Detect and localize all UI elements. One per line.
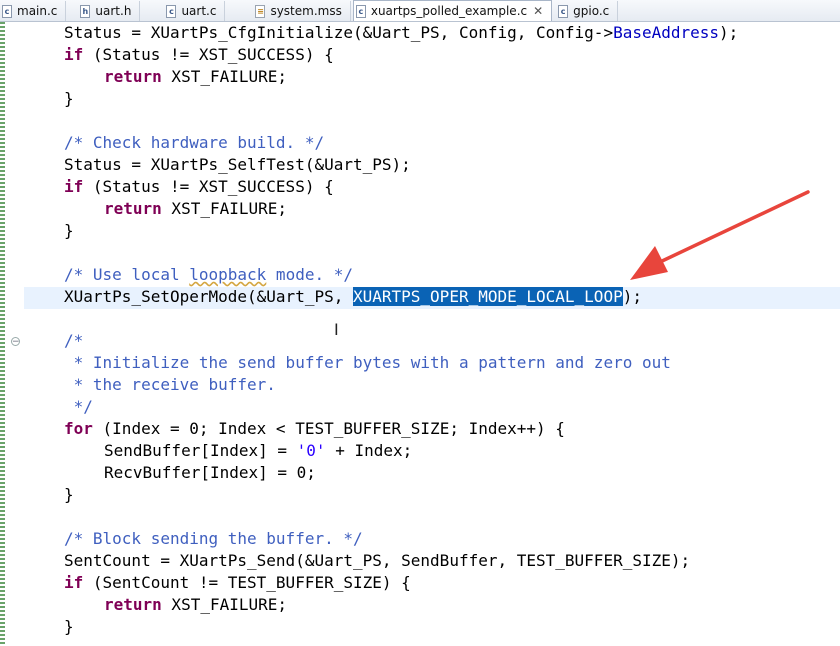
tab-xuartps-polled-example-c[interactable]: c xuartps_polled_example.c ✕ xyxy=(352,0,553,21)
code-keyword: for xyxy=(64,419,93,438)
tab-label: uart.h xyxy=(95,4,132,18)
code-text: mode. */ xyxy=(266,265,353,284)
code-text: /* Use local xyxy=(64,265,190,284)
code-string: '0' xyxy=(296,441,326,460)
code-keyword: if xyxy=(64,45,84,64)
c-file-icon: c xyxy=(2,4,12,18)
code-text: XST_FAILURE; xyxy=(161,199,288,218)
code-line: return XST_FAILURE; xyxy=(104,594,287,616)
code-text: (Status != XST_SUCCESS) { xyxy=(83,177,334,196)
code-line: Status = XUartPs_SelfTest(&Uart_PS); xyxy=(64,155,411,174)
tab-system-mss[interactable]: ≡ system.mss xyxy=(225,1,351,21)
tab-label: main.c xyxy=(17,4,58,18)
code-line: if (SentCount != TEST_BUFFER_SIZE) { xyxy=(64,572,411,594)
code-line: SendBuffer[Index] = '0' + Index; xyxy=(104,440,412,462)
code-line: SentCount = XUartPs_Send(&Uart_PS, SendB… xyxy=(64,551,691,570)
code-text: XST_FAILURE; xyxy=(161,595,288,614)
close-tab-icon[interactable]: ✕ xyxy=(533,4,543,18)
code-line: } xyxy=(64,485,74,504)
h-file-icon: h xyxy=(80,4,91,18)
code-comment: * the receive buffer. xyxy=(64,375,276,394)
code-text: ); xyxy=(622,287,642,306)
code-text: (Status != XST_SUCCESS) { xyxy=(83,45,334,64)
code-line: return XST_FAILURE; xyxy=(104,198,287,220)
tab-label: xuartps_polled_example.c xyxy=(370,4,528,18)
code-field: BaseAddress xyxy=(613,23,720,42)
code-line: Status = XUartPs_CfgInitialize(&Uart_PS,… xyxy=(64,22,738,44)
code-comment: /* Block sending the buffer. */ xyxy=(64,529,363,548)
code-text: SendBuffer[Index] = xyxy=(104,441,297,460)
code-line: return XST_FAILURE; xyxy=(104,66,287,88)
code-line: RecvBuffer[Index] = 0; xyxy=(104,463,316,482)
code-text: (Index = 0; Index < TEST_BUFFER_SIZE; In… xyxy=(92,419,565,438)
text-cursor-icon: I xyxy=(334,320,339,339)
tab-gpio-c[interactable]: c gpio.c xyxy=(552,1,619,21)
code-comment: /* xyxy=(64,331,84,350)
code-line: } xyxy=(64,221,74,240)
code-line: } xyxy=(64,89,74,108)
code-keyword: return xyxy=(104,199,162,218)
tab-label: uart.c xyxy=(181,4,217,18)
code-text: XST_FAILURE; xyxy=(161,67,288,86)
tab-uart-h[interactable]: h uart.h xyxy=(66,1,141,21)
code-keyword: return xyxy=(104,595,162,614)
code-line: if (Status != XST_SUCCESS) { xyxy=(64,44,334,66)
tab-label: gpio.c xyxy=(573,4,610,18)
code-comment: /* Use local loopback mode. */ xyxy=(64,264,353,286)
code-comment: /* Check hardware build. */ xyxy=(64,133,325,152)
code-line: XUartPs_SetOperMode(&Uart_PS, XUARTPS_OP… xyxy=(64,286,642,308)
fold-collapse-icon[interactable]: − xyxy=(11,337,20,347)
code-line: for (Index = 0; Index < TEST_BUFFER_SIZE… xyxy=(64,418,565,440)
code-text: (SentCount != TEST_BUFFER_SIZE) { xyxy=(83,573,411,592)
c-file-icon: c xyxy=(355,4,366,18)
tab-main-c[interactable]: c main.c xyxy=(0,1,67,21)
code-keyword: if xyxy=(64,573,84,592)
code-keyword: return xyxy=(104,67,162,86)
code-line: if (Status != XST_SUCCESS) { xyxy=(64,176,334,198)
mss-file-icon: ≡ xyxy=(255,4,266,18)
change-ruler xyxy=(0,22,5,646)
selected-text[interactable]: XUARTPS_OPER_MODE_LOCAL_LOOP xyxy=(352,287,623,306)
code-text: + Index; xyxy=(325,441,413,460)
code-text: Status = XUartPs_CfgInitialize(&Uart_PS,… xyxy=(64,23,614,42)
c-file-icon: c xyxy=(558,4,569,18)
code-comment: * Initialize the send buffer bytes with … xyxy=(64,353,671,372)
spelling-warning[interactable]: loopback xyxy=(189,265,266,284)
code-line: } xyxy=(64,617,74,636)
editor-tab-bar: c main.c h uart.h c uart.c ≡ system.mss … xyxy=(0,0,840,22)
tab-label: system.mss xyxy=(270,4,342,18)
code-keyword: if xyxy=(64,177,84,196)
tab-uart-c[interactable]: c uart.c xyxy=(140,1,226,21)
c-file-icon: c xyxy=(166,4,177,18)
code-comment: */ xyxy=(64,397,93,416)
code-text: XUartPs_SetOperMode(&Uart_PS, xyxy=(64,287,353,306)
code-text: ); xyxy=(719,23,739,42)
